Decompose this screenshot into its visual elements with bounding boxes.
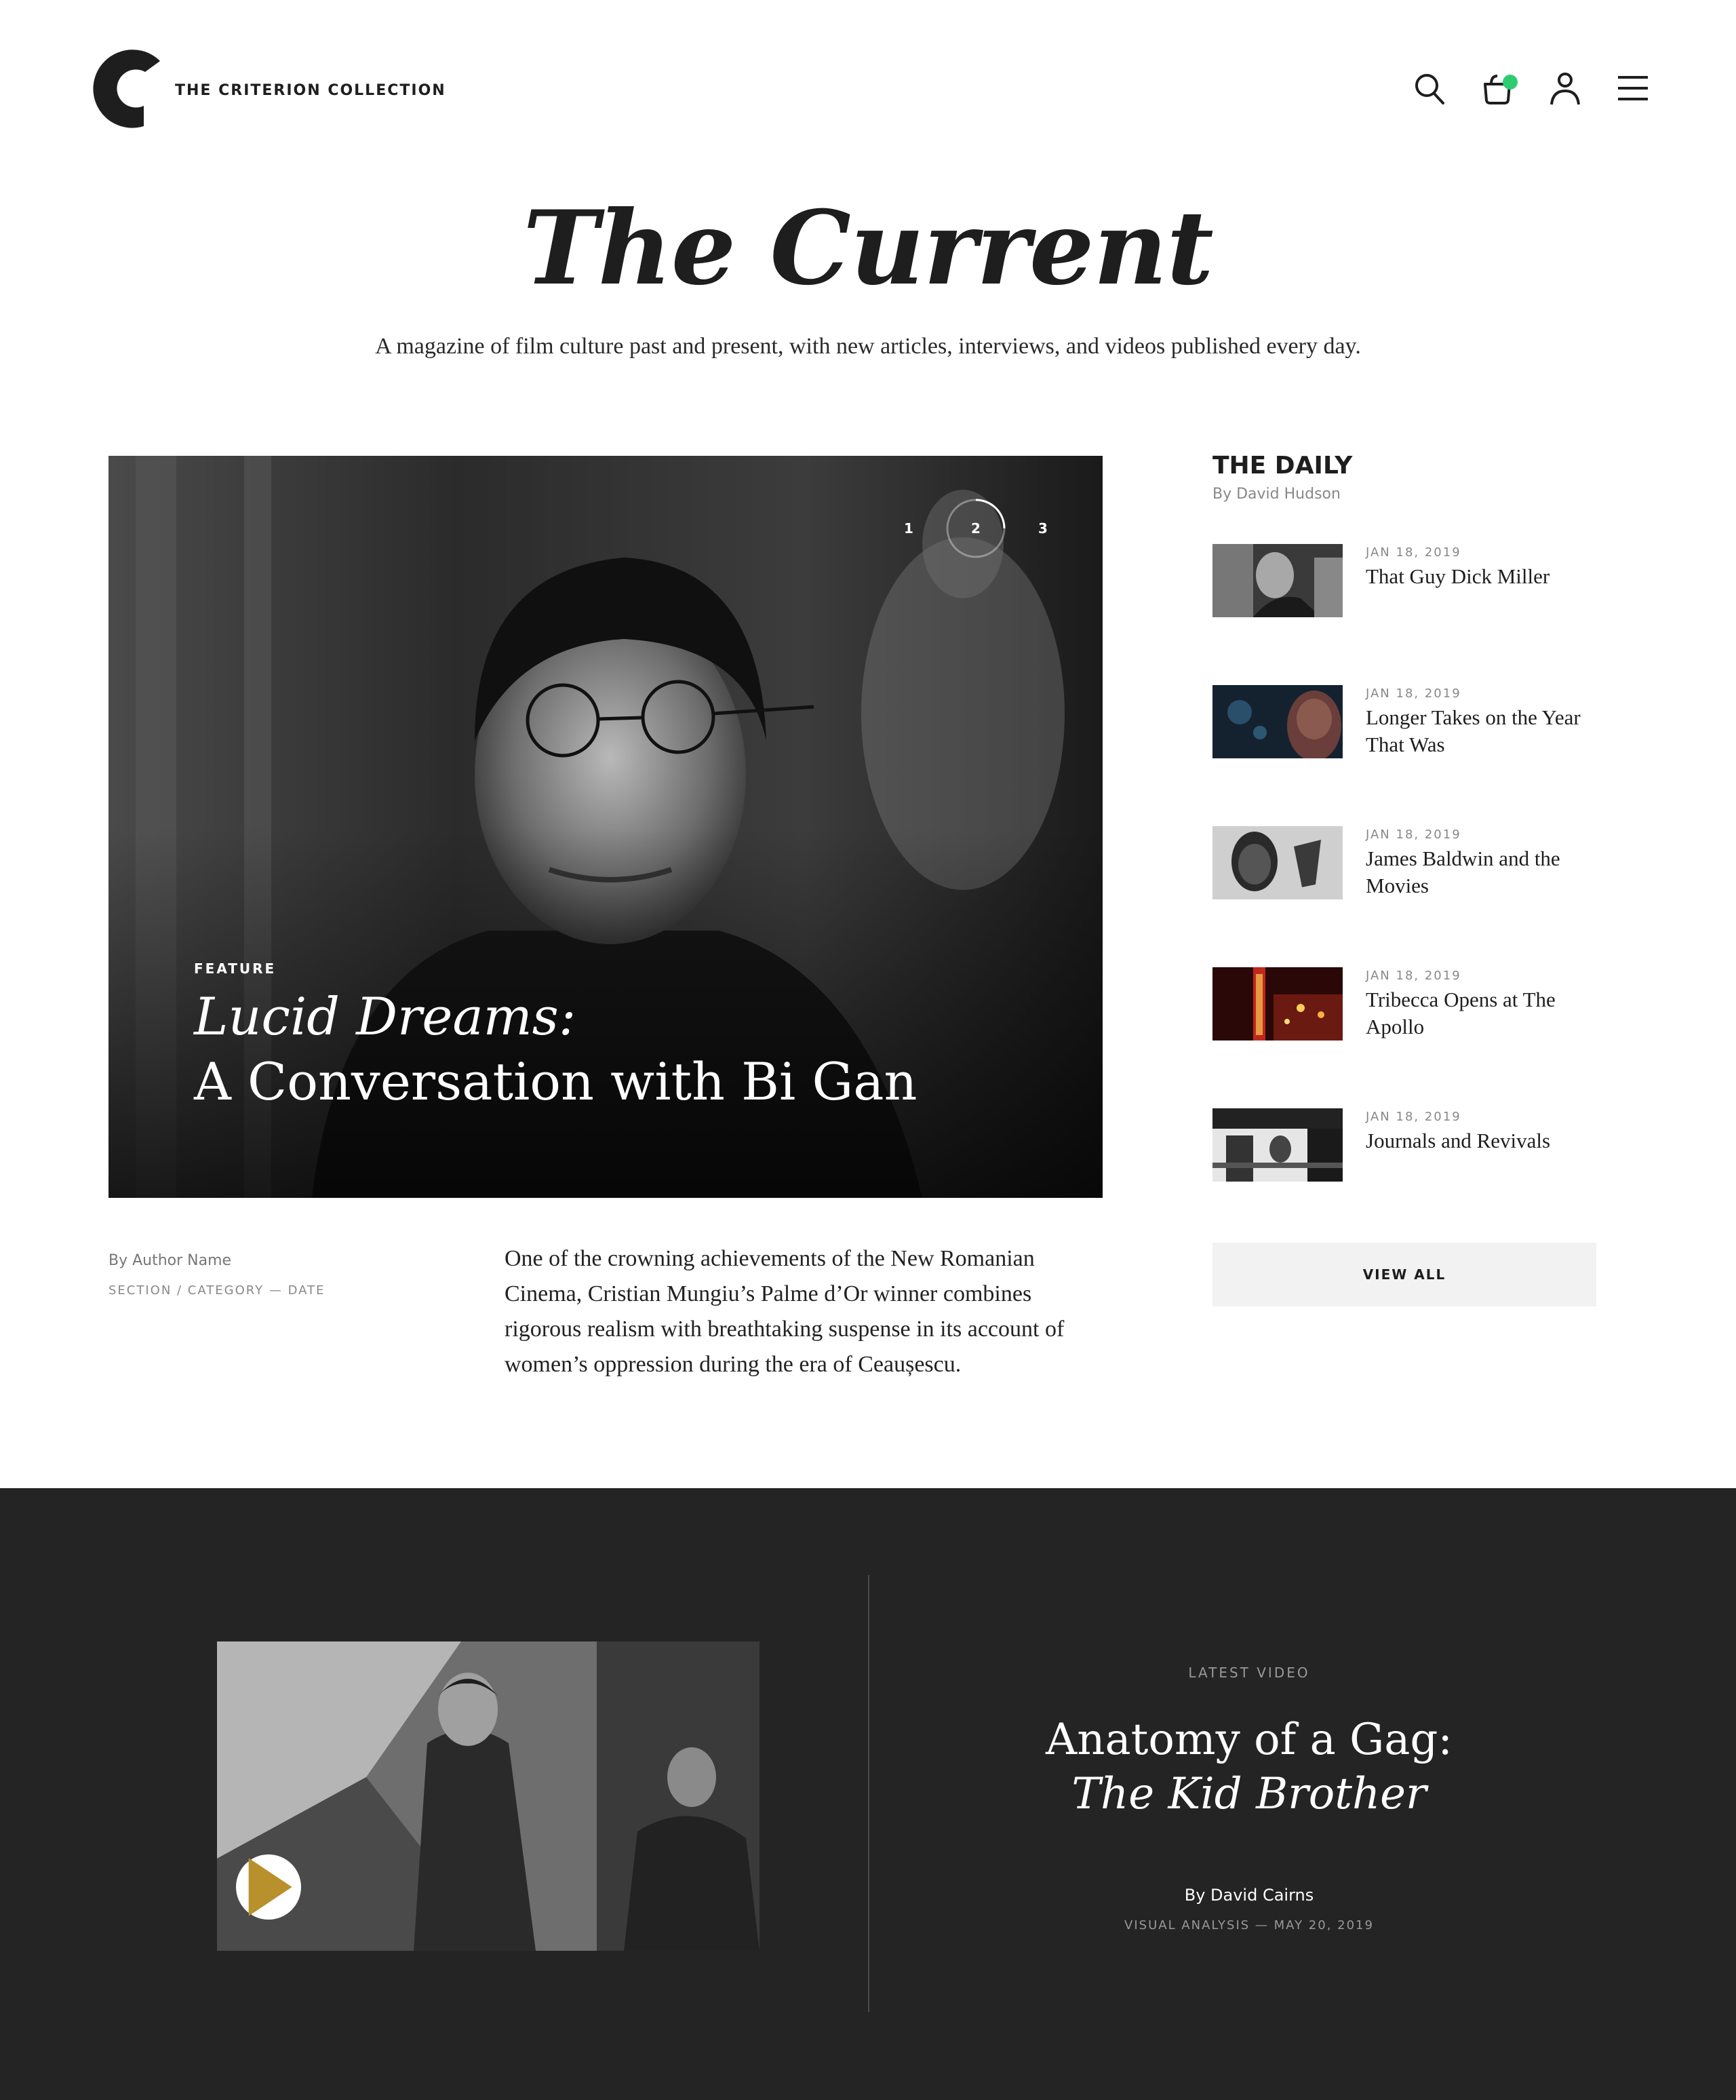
video-meta: VISUAL ANALYSIS — MAY 20, 2019 <box>1124 1918 1374 1932</box>
daily-headline[interactable]: Longer Takes on the Year That Was <box>1366 704 1590 758</box>
feature-excerpt: One of the crowning achievements of the … <box>505 1246 1065 1377</box>
brand-name: THE CRITERION COLLECTION <box>175 81 446 99</box>
video-title-line2[interactable]: The Kid Brother <box>869 1769 1629 1819</box>
feature-hero[interactable]: 1 2 3 FEATURE Lucid Dreams: A Conversati… <box>108 456 1103 1198</box>
daily-headline[interactable]: That Guy Dick Miller <box>1366 563 1590 590</box>
daily-date: JAN 18, 2019 <box>1366 686 1461 701</box>
daily-thumbnail <box>1212 685 1343 758</box>
page-subtitle: A magazine of film culture past and pres… <box>375 334 1361 359</box>
search-icon[interactable] <box>1413 71 1446 106</box>
carousel-page-1[interactable]: 1 <box>902 520 915 537</box>
daily-byline: By David Hudson <box>1212 486 1341 503</box>
play-icon <box>248 1858 292 1916</box>
daily-headline[interactable]: Tribecca Opens at The Apollo <box>1366 986 1590 1041</box>
daily-list: JAN 18, 2019 That Guy Dick Miller JAN 18… <box>1212 544 1606 1249</box>
video-thumbnail[interactable] <box>217 1641 760 1951</box>
play-button[interactable] <box>236 1854 301 1920</box>
daily-date: JAN 18, 2019 <box>1366 1110 1461 1124</box>
carousel-page-active[interactable]: 2 <box>945 498 1006 559</box>
daily-headline[interactable]: James Baldwin and the Movies <box>1366 845 1590 899</box>
carousel-page-3[interactable]: 3 <box>1036 520 1050 537</box>
header-actions <box>1413 71 1649 106</box>
daily-thumbnail <box>1212 826 1343 899</box>
view-all-button[interactable]: VIEW ALL <box>1212 1243 1596 1306</box>
daily-thumbnail <box>1212 544 1343 617</box>
criterion-logo-icon <box>93 50 160 128</box>
daily-title: THE DAILY <box>1212 452 1353 480</box>
feature-title-line1[interactable]: Lucid Dreams: <box>194 986 576 1047</box>
daily-thumbnail <box>1212 967 1343 1041</box>
user-icon[interactable] <box>1549 71 1581 106</box>
daily-date: JAN 18, 2019 <box>1366 828 1461 842</box>
video-title-line1[interactable]: Anatomy of a Gag: <box>869 1715 1629 1765</box>
daily-item[interactable]: JAN 18, 2019 James Baldwin and the Movie… <box>1212 826 1606 967</box>
video-byline[interactable]: By David Cairns <box>869 1886 1629 1905</box>
carousel-progress-ring <box>946 499 1006 558</box>
latest-video-section: LATEST VIDEO Anatomy of a Gag: The Kid B… <box>0 1488 1736 2100</box>
daily-item[interactable]: JAN 18, 2019 Tribecca Opens at The Apoll… <box>1212 967 1606 1108</box>
menu-icon[interactable] <box>1617 71 1649 106</box>
brand-logo[interactable]: THE CRITERION COLLECTION <box>80 49 446 132</box>
daily-item[interactable]: JAN 18, 2019 That Guy Dick Miller <box>1212 544 1606 685</box>
page-title: The Current <box>523 189 1214 308</box>
daily-date: JAN 18, 2019 <box>1366 969 1461 983</box>
daily-item[interactable]: JAN 18, 2019 Longer Takes on the Year Th… <box>1212 685 1606 826</box>
daily-thumbnail <box>1212 1108 1343 1182</box>
daily-item[interactable]: JAN 18, 2019 Journals and Revivals <box>1212 1108 1606 1249</box>
feature-title-line2[interactable]: A Conversation with Bi Gan <box>194 1051 917 1112</box>
daily-date: JAN 18, 2019 <box>1366 545 1461 560</box>
feature-tag: FEATURE <box>194 960 277 977</box>
feature-byline[interactable]: By Author Name <box>108 1252 231 1269</box>
cart-icon[interactable] <box>1481 71 1518 106</box>
cart-indicator <box>1503 75 1518 90</box>
feature-meta: SECTION / CATEGORY — DATE <box>108 1283 326 1298</box>
carousel-pagination: 1 2 3 <box>902 498 1050 559</box>
video-label: LATEST VIDEO <box>1188 1665 1310 1681</box>
daily-headline[interactable]: Journals and Revivals <box>1366 1127 1590 1154</box>
site-header: THE CRITERION COLLECTION <box>0 0 1736 183</box>
